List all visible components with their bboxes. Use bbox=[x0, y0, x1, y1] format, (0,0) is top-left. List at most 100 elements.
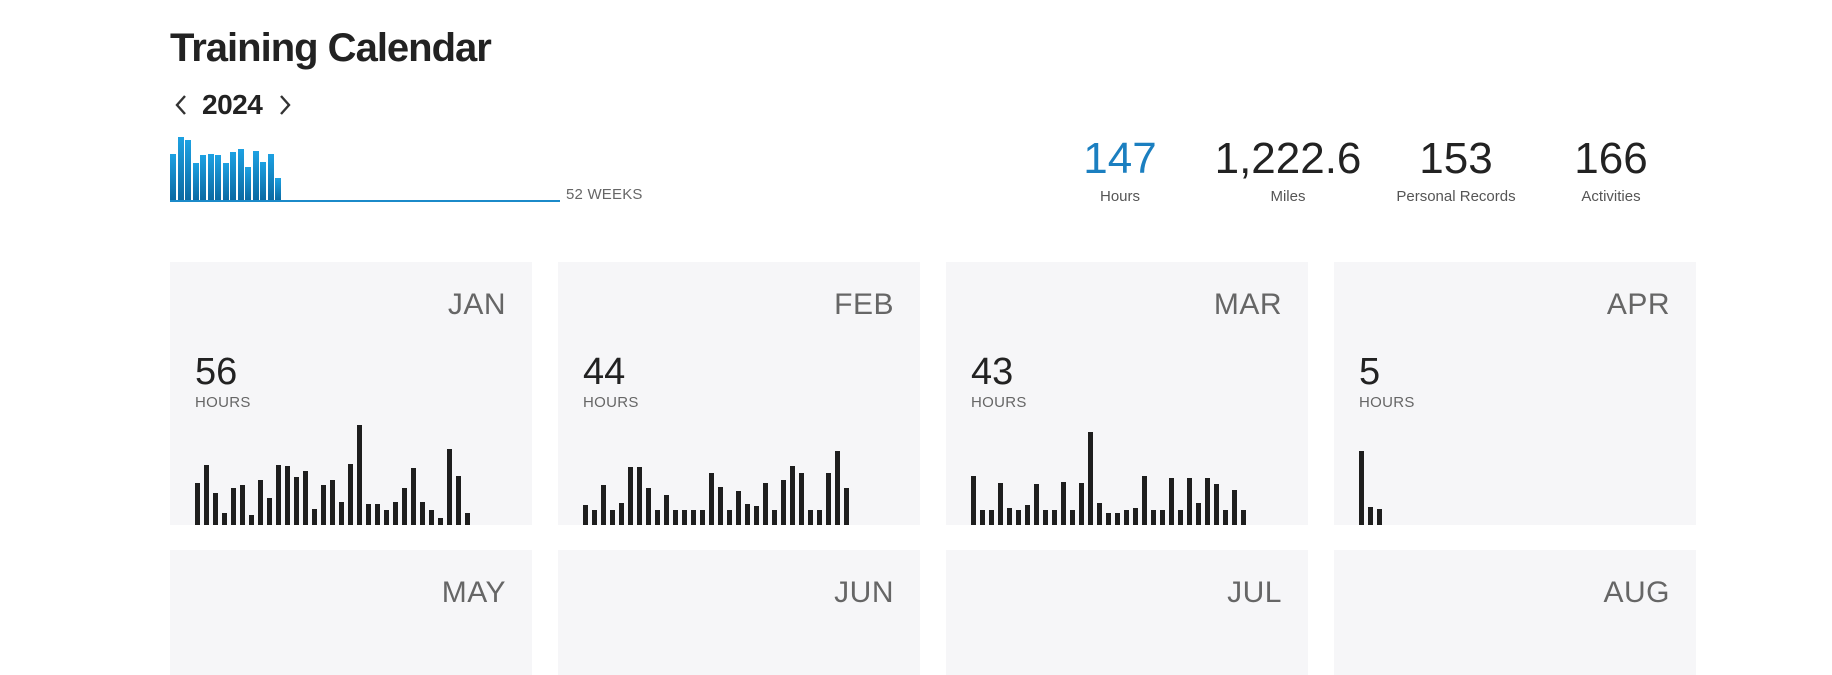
daily-bar[interactable] bbox=[1368, 507, 1373, 525]
daily-bar[interactable] bbox=[718, 487, 723, 525]
weekly-bar[interactable] bbox=[230, 152, 236, 200]
month-card[interactable]: APR 5 HOURS bbox=[1334, 262, 1696, 525]
weekly-bar[interactable] bbox=[260, 162, 266, 200]
weekly-bar[interactable] bbox=[237, 149, 244, 200]
weekly-bar[interactable] bbox=[200, 155, 206, 200]
daily-bar[interactable] bbox=[294, 477, 299, 525]
daily-bar[interactable] bbox=[1142, 476, 1147, 525]
daily-bar[interactable] bbox=[1079, 483, 1084, 525]
daily-bar[interactable] bbox=[772, 510, 777, 525]
daily-bar[interactable] bbox=[637, 467, 642, 525]
weekly-bar[interactable] bbox=[222, 163, 229, 200]
daily-bar[interactable] bbox=[998, 483, 1003, 525]
daily-bar[interactable] bbox=[321, 485, 326, 525]
daily-bar[interactable] bbox=[366, 504, 371, 525]
daily-bar[interactable] bbox=[1034, 484, 1039, 525]
daily-bar[interactable] bbox=[619, 503, 624, 525]
daily-bar[interactable] bbox=[592, 510, 597, 525]
weekly-bar[interactable] bbox=[267, 154, 274, 200]
daily-bar[interactable] bbox=[844, 488, 849, 525]
daily-bar[interactable] bbox=[1016, 510, 1021, 525]
daily-bar[interactable] bbox=[1106, 513, 1111, 525]
chevron-right-icon[interactable] bbox=[272, 88, 298, 122]
daily-bar[interactable] bbox=[682, 510, 687, 525]
daily-bar[interactable] bbox=[1205, 478, 1210, 525]
daily-bar[interactable] bbox=[1097, 503, 1102, 525]
chevron-left-icon[interactable] bbox=[168, 88, 194, 122]
daily-bar[interactable] bbox=[276, 465, 281, 525]
daily-bar[interactable] bbox=[727, 510, 732, 525]
daily-bar[interactable] bbox=[736, 491, 741, 525]
weekly-bar[interactable] bbox=[170, 154, 176, 200]
daily-bar[interactable] bbox=[646, 488, 651, 525]
daily-bar[interactable] bbox=[745, 504, 750, 525]
daily-bar[interactable] bbox=[1151, 510, 1156, 525]
daily-bar[interactable] bbox=[601, 485, 606, 525]
daily-bar[interactable] bbox=[1187, 478, 1192, 525]
daily-bar[interactable] bbox=[1052, 510, 1057, 525]
daily-bar[interactable] bbox=[664, 495, 669, 525]
daily-bar[interactable] bbox=[402, 488, 407, 525]
daily-bar[interactable] bbox=[673, 510, 678, 525]
daily-bar[interactable] bbox=[700, 510, 705, 525]
daily-bar[interactable] bbox=[835, 451, 840, 525]
daily-bar[interactable] bbox=[628, 467, 633, 525]
weekly-bar[interactable] bbox=[275, 178, 281, 200]
daily-bar[interactable] bbox=[1359, 451, 1364, 525]
daily-bar[interactable] bbox=[1070, 510, 1075, 525]
daily-bar[interactable] bbox=[790, 466, 795, 525]
daily-bar[interactable] bbox=[447, 449, 452, 525]
month-card[interactable]: FEB 44 HOURS bbox=[558, 262, 920, 525]
month-card[interactable]: MAY bbox=[170, 550, 532, 675]
daily-bar[interactable] bbox=[1088, 432, 1093, 525]
daily-bar[interactable] bbox=[222, 513, 227, 525]
daily-bar[interactable] bbox=[1124, 510, 1129, 525]
weekly-bar[interactable] bbox=[252, 151, 259, 200]
daily-bar[interactable] bbox=[1115, 513, 1120, 525]
daily-bar[interactable] bbox=[258, 480, 263, 525]
daily-bar[interactable] bbox=[420, 502, 425, 525]
weekly-bar[interactable] bbox=[185, 140, 191, 200]
daily-bar[interactable] bbox=[754, 506, 759, 525]
daily-bar[interactable] bbox=[1025, 505, 1030, 525]
weekly-bar[interactable] bbox=[177, 137, 184, 200]
daily-bar[interactable] bbox=[583, 505, 588, 525]
daily-bar[interactable] bbox=[267, 498, 272, 525]
daily-bar[interactable] bbox=[1043, 510, 1048, 525]
daily-bar[interactable] bbox=[375, 504, 380, 525]
weekly-bar[interactable] bbox=[207, 154, 214, 200]
daily-bar[interactable] bbox=[817, 510, 822, 525]
month-card[interactable]: JUL bbox=[946, 550, 1308, 675]
daily-bar[interactable] bbox=[1007, 508, 1012, 525]
month-card[interactable]: MAR 43 HOURS bbox=[946, 262, 1308, 525]
daily-bar[interactable] bbox=[1232, 490, 1237, 525]
daily-bar[interactable] bbox=[312, 509, 317, 525]
daily-bar[interactable] bbox=[971, 476, 976, 525]
daily-bar[interactable] bbox=[1223, 510, 1228, 525]
daily-bar[interactable] bbox=[655, 510, 660, 525]
month-card[interactable]: JUN bbox=[558, 550, 920, 675]
daily-bar[interactable] bbox=[1061, 482, 1066, 525]
daily-bar[interactable] bbox=[231, 488, 236, 525]
daily-bar[interactable] bbox=[195, 483, 200, 525]
daily-bar[interactable] bbox=[1377, 509, 1382, 525]
weekly-bar[interactable] bbox=[215, 155, 221, 200]
daily-bar[interactable] bbox=[384, 510, 389, 525]
daily-bar[interactable] bbox=[438, 518, 443, 525]
daily-bar[interactable] bbox=[1169, 478, 1174, 525]
daily-bar[interactable] bbox=[826, 473, 831, 525]
daily-bar[interactable] bbox=[303, 471, 308, 525]
daily-bar[interactable] bbox=[339, 502, 344, 525]
weekly-bar[interactable] bbox=[192, 163, 199, 200]
daily-bar[interactable] bbox=[330, 480, 335, 525]
daily-bar[interactable] bbox=[980, 510, 985, 525]
daily-bar[interactable] bbox=[393, 502, 398, 525]
daily-bar[interactable] bbox=[1214, 484, 1219, 525]
daily-bar[interactable] bbox=[465, 513, 470, 525]
month-card[interactable]: AUG bbox=[1334, 550, 1696, 675]
daily-bar[interactable] bbox=[781, 480, 786, 525]
daily-bar[interactable] bbox=[763, 483, 768, 525]
daily-bar[interactable] bbox=[285, 466, 290, 525]
month-card[interactable]: JAN 56 HOURS bbox=[170, 262, 532, 525]
daily-bar[interactable] bbox=[357, 425, 362, 525]
